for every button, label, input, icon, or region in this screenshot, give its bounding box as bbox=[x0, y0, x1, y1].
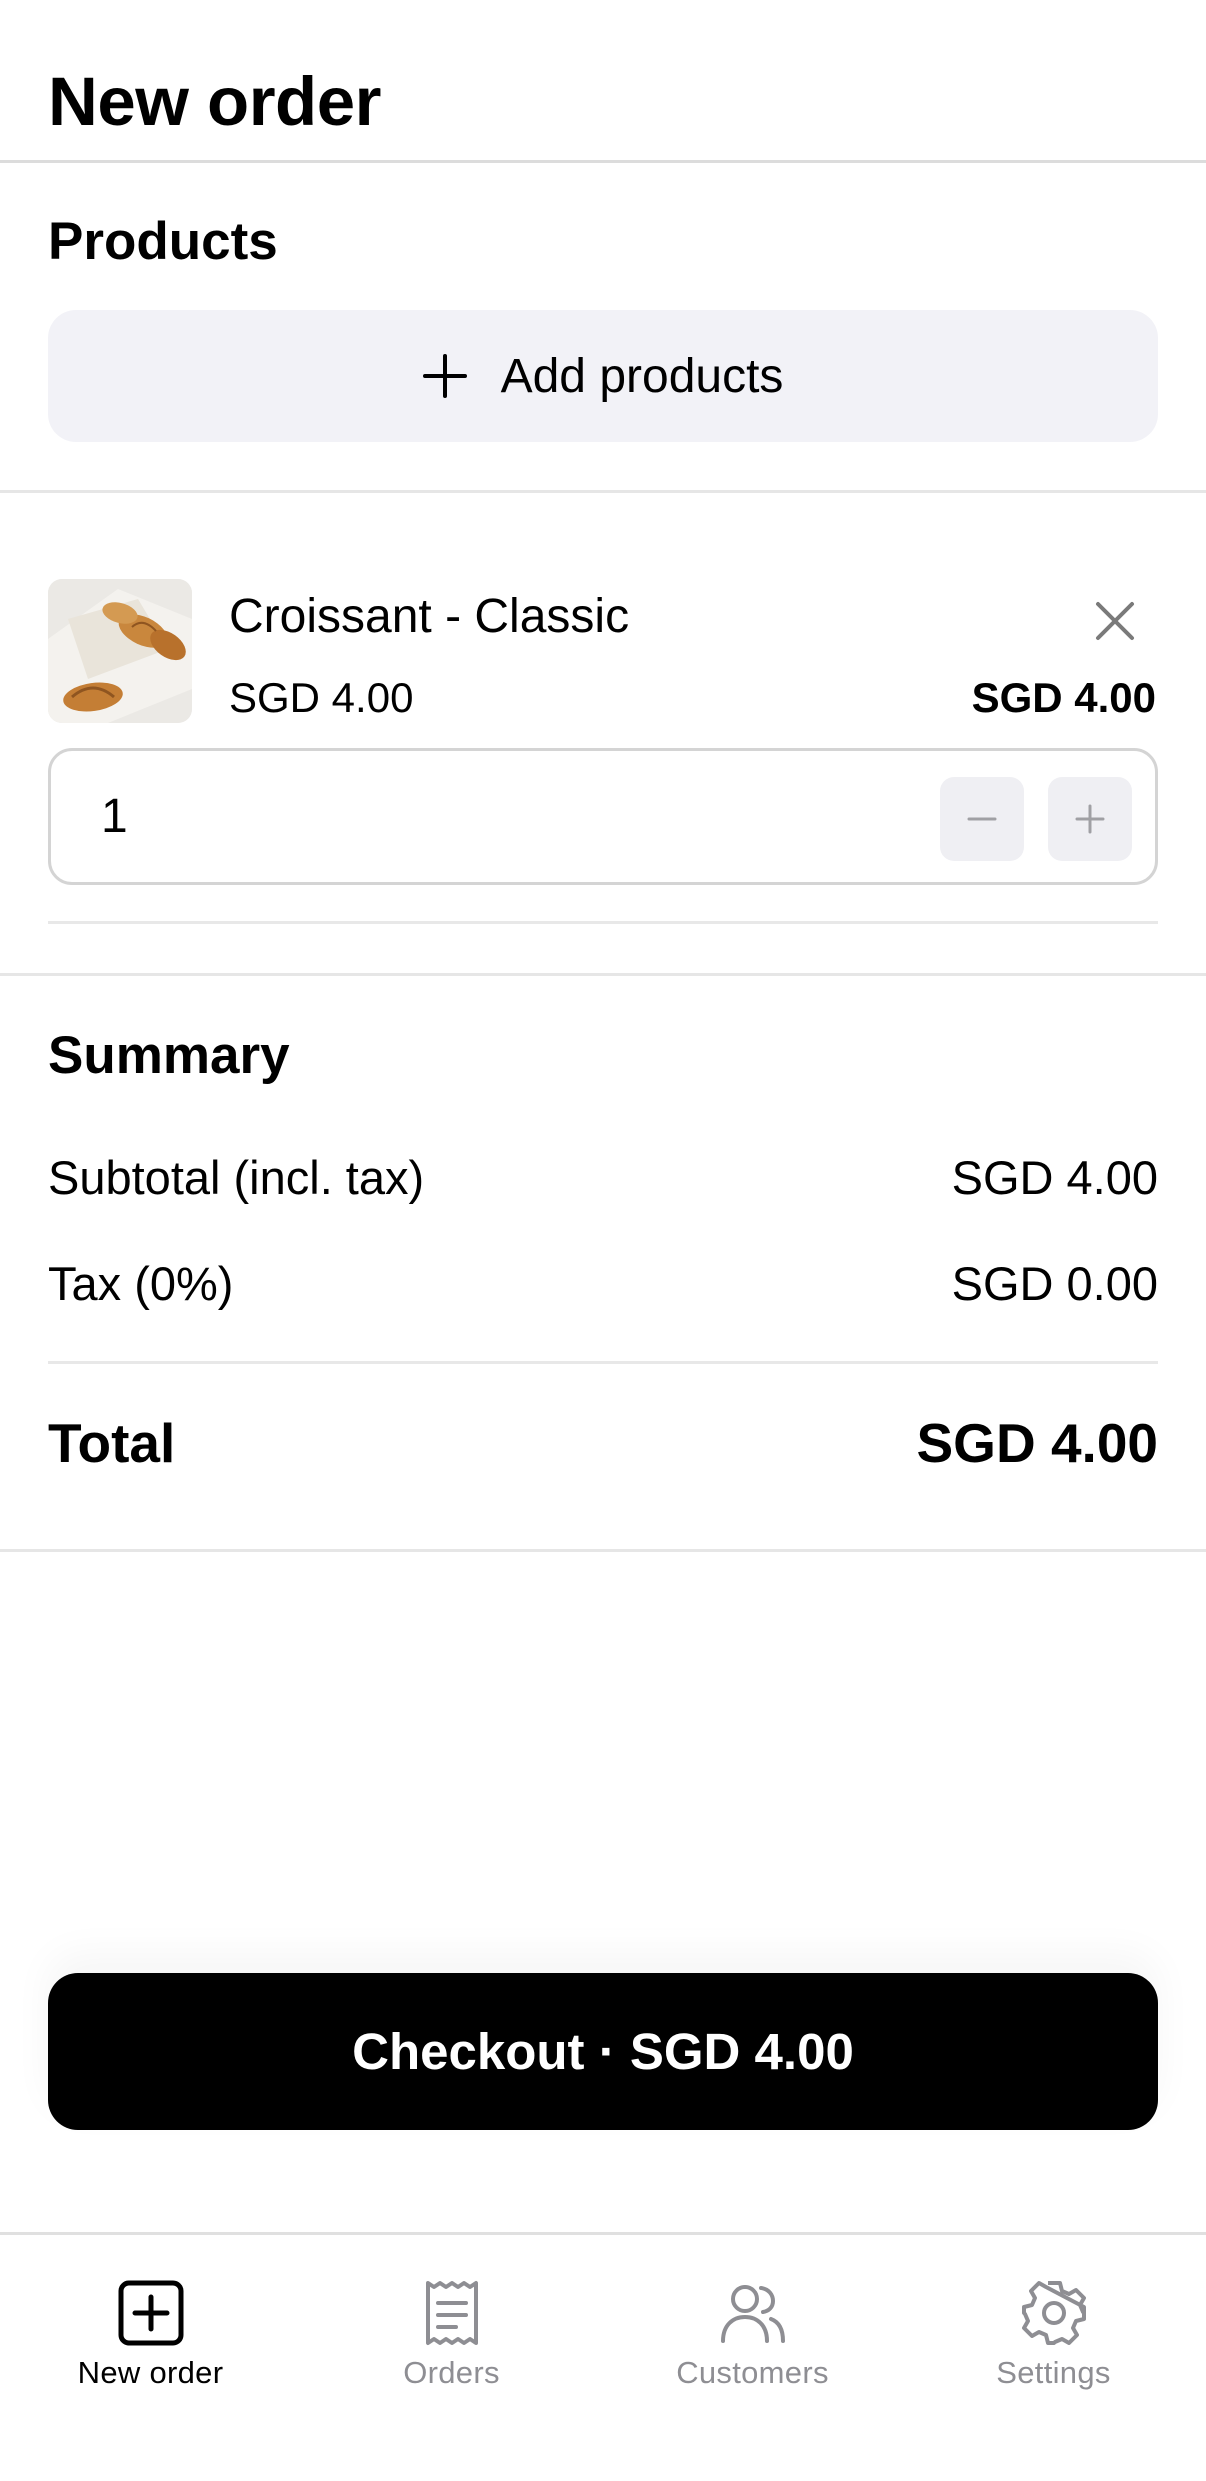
tab-settings[interactable]: Settings bbox=[903, 2255, 1204, 2405]
product-unit-price: SGD 4.00 bbox=[229, 674, 414, 721]
plus-icon bbox=[1075, 804, 1105, 834]
new-order-screen: New order Products Add products Croissan… bbox=[0, 0, 1206, 2481]
header: New order bbox=[0, 0, 1206, 163]
tab-label: Settings bbox=[996, 2355, 1111, 2390]
tax-value: SGD 0.00 bbox=[951, 1257, 1158, 1310]
minus-icon bbox=[967, 817, 997, 821]
plus-square-icon bbox=[118, 2280, 183, 2346]
tab-customers[interactable]: Customers bbox=[602, 2255, 903, 2405]
decrement-button[interactable] bbox=[940, 777, 1024, 861]
tax-row: Tax (0%) SGD 0.00 bbox=[48, 1254, 1158, 1314]
receipt-icon bbox=[425, 2281, 478, 2345]
tab-label: New order bbox=[77, 2355, 224, 2390]
page-title: New order bbox=[48, 63, 381, 140]
product-line-total: SGD 4.00 bbox=[971, 674, 1156, 721]
divider bbox=[48, 921, 1158, 924]
products-section-title: Products bbox=[48, 212, 278, 271]
quantity-value[interactable]: 1 bbox=[101, 787, 128, 847]
checkout-button[interactable]: Checkout · SGD 4.00 bbox=[48, 1973, 1158, 2130]
tab-new-order[interactable]: New order bbox=[0, 2255, 301, 2405]
tab-bar: New order Orders Customers Settings bbox=[0, 2232, 1206, 2481]
subtotal-label: Subtotal (incl. tax) bbox=[48, 1151, 425, 1204]
add-products-button[interactable]: Add products bbox=[48, 310, 1158, 442]
increment-button[interactable] bbox=[1048, 777, 1132, 861]
close-icon[interactable] bbox=[1090, 596, 1140, 646]
divider bbox=[0, 490, 1206, 493]
subtotal-value: SGD 4.00 bbox=[951, 1151, 1158, 1204]
divider bbox=[48, 1361, 1158, 1364]
add-products-label: Add products bbox=[500, 349, 784, 403]
total-value: SGD 4.00 bbox=[916, 1412, 1158, 1474]
plus-icon bbox=[422, 354, 467, 398]
subtotal-row: Subtotal (incl. tax) SGD 4.00 bbox=[48, 1148, 1158, 1208]
tab-label: Customers bbox=[676, 2355, 829, 2390]
checkout-label: Checkout · SGD 4.00 bbox=[352, 2023, 854, 2080]
users-icon bbox=[720, 2285, 785, 2343]
divider bbox=[0, 1549, 1206, 1552]
gear-icon bbox=[1021, 2281, 1086, 2345]
croissant-image bbox=[48, 579, 192, 723]
total-label: Total bbox=[48, 1412, 176, 1474]
tab-orders[interactable]: Orders bbox=[301, 2255, 602, 2405]
summary-section-title: Summary bbox=[48, 1026, 290, 1085]
product-name: Croissant - Classic bbox=[229, 590, 630, 643]
divider bbox=[0, 973, 1206, 976]
product-thumbnail bbox=[48, 579, 192, 723]
tab-label: Orders bbox=[403, 2355, 500, 2390]
total-row: Total SGD 4.00 bbox=[48, 1413, 1158, 1473]
tax-label: Tax (0%) bbox=[48, 1257, 234, 1310]
quantity-stepper[interactable]: 1 bbox=[48, 748, 1158, 885]
